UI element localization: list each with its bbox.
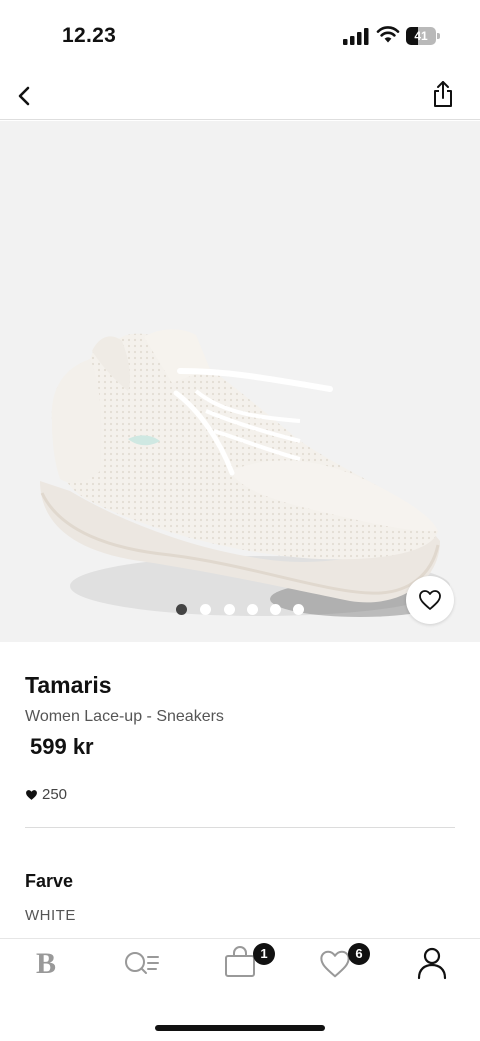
tab-favorites[interactable]: 6 bbox=[288, 939, 384, 999]
heart-outline-icon bbox=[419, 590, 441, 610]
carousel-dot[interactable] bbox=[293, 604, 304, 615]
product-image[interactable] bbox=[0, 121, 480, 642]
carousel-dot[interactable] bbox=[224, 604, 235, 615]
likes-count: 250 bbox=[25, 786, 67, 803]
share-icon bbox=[434, 81, 452, 107]
carousel-dot[interactable] bbox=[270, 604, 281, 615]
divider bbox=[25, 827, 455, 828]
wishlist-button[interactable] bbox=[406, 576, 454, 624]
battery-icon: 41 bbox=[406, 27, 440, 45]
product-price: 599 kr bbox=[30, 734, 94, 759]
search-list-icon bbox=[125, 952, 159, 974]
sneaker-image bbox=[40, 329, 450, 617]
wifi-icon bbox=[376, 26, 400, 43]
nav-header bbox=[0, 72, 480, 120]
heart-icon bbox=[320, 950, 350, 978]
battery-level: 41 bbox=[414, 29, 428, 43]
tab-profile[interactable] bbox=[384, 939, 480, 999]
tab-home[interactable]: B bbox=[0, 939, 96, 999]
signal-icon bbox=[343, 28, 369, 45]
likes-value: 250 bbox=[42, 786, 68, 803]
shopping-bag-icon bbox=[225, 946, 255, 977]
share-button[interactable] bbox=[428, 78, 458, 112]
bag-count-badge: 1 bbox=[253, 943, 275, 965]
color-heading: Farve bbox=[25, 871, 74, 891]
carousel-dot[interactable] bbox=[247, 604, 258, 615]
back-button[interactable] bbox=[10, 80, 40, 112]
heart-icon bbox=[26, 790, 37, 800]
tab-bar: B 1 6 bbox=[0, 938, 480, 1041]
user-icon bbox=[417, 947, 447, 980]
status-time: 12.23 bbox=[62, 24, 117, 47]
carousel-dot[interactable] bbox=[200, 604, 211, 615]
chevron-left-icon bbox=[18, 86, 30, 106]
product-name: Women Lace-up - Sneakers bbox=[25, 708, 224, 725]
favorites-count-badge: 6 bbox=[348, 943, 370, 965]
tab-search[interactable] bbox=[96, 939, 192, 999]
carousel-dot[interactable] bbox=[176, 604, 187, 615]
product-brand[interactable]: Tamaris bbox=[25, 672, 112, 699]
brand-logo: B bbox=[36, 947, 57, 980]
status-bar: 12.23 41 bbox=[0, 0, 480, 72]
color-value[interactable]: WHITE bbox=[25, 907, 76, 924]
tab-bag[interactable]: 1 bbox=[192, 939, 288, 999]
home-indicator[interactable] bbox=[155, 1025, 325, 1031]
